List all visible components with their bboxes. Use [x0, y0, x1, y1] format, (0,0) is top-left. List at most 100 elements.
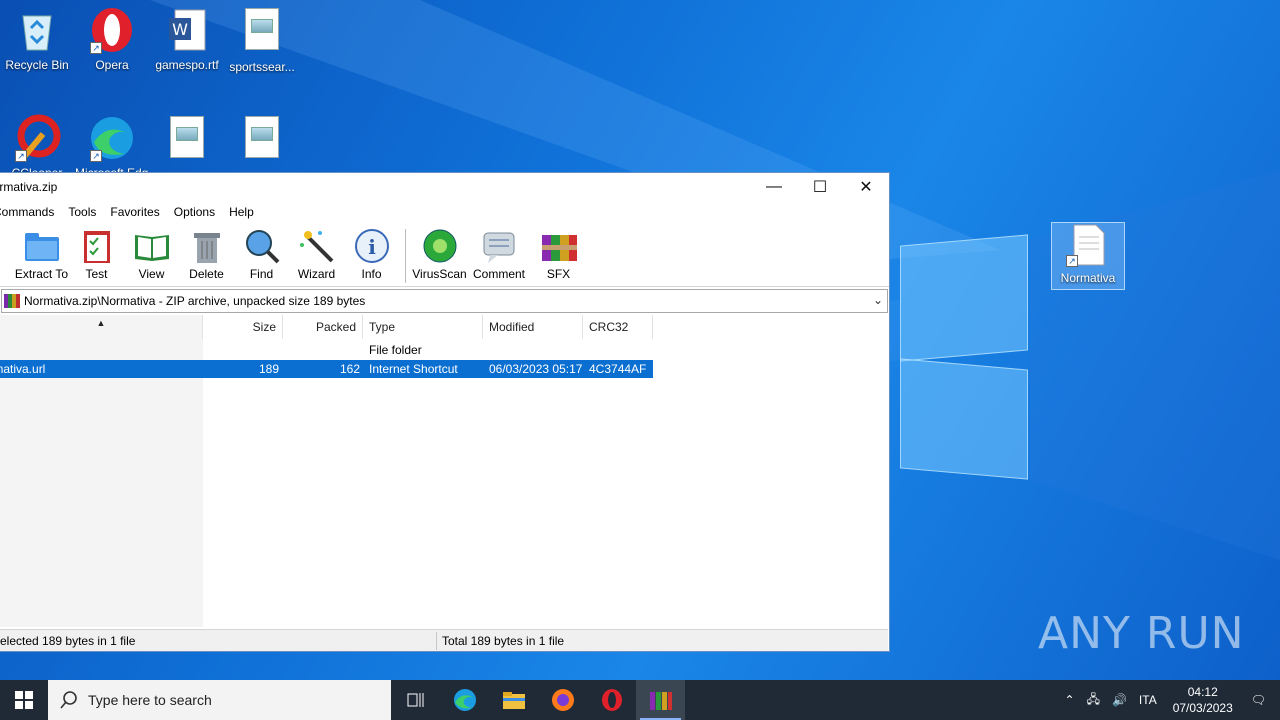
clock-date: 07/03/2023	[1172, 701, 1233, 715]
shortcut-arrow-icon: ↗	[90, 150, 102, 162]
info-button[interactable]: i Info	[344, 227, 399, 281]
test-button[interactable]: Test	[69, 227, 124, 281]
firefox-icon	[551, 689, 574, 711]
column-header-type[interactable]: Type	[363, 315, 483, 339]
row-crc: 4C3744AF	[589, 362, 647, 376]
status-divider	[436, 632, 437, 650]
desktop-icon-ccleaner[interactable]: ↗ CCleaner	[0, 114, 74, 180]
taskbar-search-box[interactable]: Type here to search	[48, 680, 391, 720]
opera-icon	[601, 689, 622, 711]
toolbar-separator	[405, 229, 406, 283]
taskbar-opera[interactable]	[587, 680, 636, 720]
file-list[interactable]: ▲ Size Packed Type Modified CRC32 File f…	[0, 315, 888, 627]
taskbar: Type here to search ⌃ 🖧 🔊 ITA 04:12 07/0…	[0, 680, 1280, 720]
magnifier-icon	[243, 227, 281, 265]
desktop-icon-file-3[interactable]	[150, 114, 224, 168]
virusscan-button[interactable]: VirusScan	[412, 227, 467, 281]
column-header-packed[interactable]: Packed	[283, 315, 363, 339]
table-row-selected[interactable]: Normativa.url 189 162 Internet Shortcut …	[0, 360, 653, 378]
row-modified: 06/03/2023 05:17	[489, 362, 583, 376]
language-indicator[interactable]: ITA	[1133, 693, 1163, 707]
table-row[interactable]: File folder	[0, 341, 653, 359]
maximize-button[interactable]: ☐	[797, 173, 843, 201]
taskbar-firefox[interactable]	[538, 680, 587, 720]
notification-icon[interactable]: 🗨	[1243, 693, 1280, 707]
sfx-archive-icon	[540, 227, 578, 265]
chevron-down-icon[interactable]: ⌄	[873, 293, 883, 307]
taskbar-file-explorer[interactable]	[489, 680, 538, 720]
column-header-size[interactable]: Size	[203, 315, 283, 339]
svg-text:W: W	[172, 20, 188, 39]
network-icon[interactable]: 🖧	[1081, 690, 1106, 711]
menu-tools[interactable]: Tools	[61, 205, 103, 219]
comment-button[interactable]: Comment	[467, 227, 531, 281]
address-path: Normativa.zip\Normativa - ZIP archive, u…	[24, 294, 366, 308]
url-file-icon: ↗	[1064, 223, 1112, 267]
minimize-button[interactable]: —	[751, 173, 797, 201]
folder-icon	[502, 692, 525, 709]
windows-logo-wallpaper	[900, 234, 1030, 480]
virus-scan-icon	[421, 227, 459, 265]
title-bar[interactable]: Normativa.zip — ☐ ✕	[0, 173, 889, 201]
desktop-icon-edge[interactable]: ↗ Microsoft Edge	[75, 114, 149, 180]
row-name: Normativa.url	[0, 362, 46, 376]
taskbar-edge[interactable]	[440, 680, 489, 720]
chevron-up-icon[interactable]: ⌃	[1059, 693, 1081, 707]
wand-icon	[298, 227, 336, 265]
row-packed: 162	[340, 362, 361, 376]
desktop-icon-normativa[interactable]: ↗ Normativa	[1051, 222, 1125, 290]
task-view-icon	[407, 693, 423, 707]
system-tray: ⌃ 🖧 🔊 ITA 04:12 07/03/2023 🗨	[1059, 680, 1280, 720]
sfx-button[interactable]: SFX	[531, 227, 586, 281]
status-selected: Selected 189 bytes in 1 file	[0, 634, 136, 648]
row-size: 189	[259, 362, 280, 376]
winrar-window[interactable]: Normativa.zip — ☐ ✕ Commands Tools Favor…	[0, 172, 890, 652]
status-total: Total 189 bytes in 1 file	[442, 634, 565, 648]
find-button[interactable]: Find	[234, 227, 289, 281]
desktop-icon-sportssear[interactable]: sportssear...	[225, 6, 299, 74]
svg-text:i: i	[368, 235, 376, 259]
edge-icon: ↗	[88, 114, 136, 162]
word-document-icon: W	[163, 6, 211, 54]
menu-commands[interactable]: Commands	[0, 205, 61, 219]
shortcut-arrow-icon: ↗	[1066, 255, 1078, 267]
edge-icon	[453, 689, 476, 711]
desktop-icon-gamespo[interactable]: W gamespo.rtf	[150, 6, 224, 72]
window-title: Normativa.zip	[0, 180, 58, 194]
view-button[interactable]: View	[124, 227, 179, 281]
shortcut-arrow-icon: ↗	[90, 42, 102, 54]
recycle-bin-icon	[13, 6, 61, 54]
volume-icon[interactable]: 🔊	[1106, 693, 1133, 707]
anyrun-watermark: ANY RUN	[1038, 608, 1245, 659]
menu-help[interactable]: Help	[222, 205, 261, 219]
shortcut-arrow-icon: ↗	[15, 150, 27, 162]
row-type: File folder	[369, 343, 422, 357]
book-view-icon	[133, 227, 171, 265]
clock[interactable]: 04:12 07/03/2023	[1163, 684, 1243, 716]
extract-to-button[interactable]: Extract To	[14, 227, 69, 281]
wizard-button[interactable]: Wizard	[289, 227, 344, 281]
column-header-crc32[interactable]: CRC32	[583, 315, 653, 339]
opera-icon: ↗	[88, 6, 136, 54]
start-button[interactable]	[0, 680, 48, 720]
task-view-button[interactable]	[391, 680, 440, 720]
address-bar[interactable]: Normativa.zip\Normativa - ZIP archive, u…	[1, 289, 888, 313]
column-header-name[interactable]: ▲	[0, 315, 203, 339]
desktop-icon-opera[interactable]: ↗ Opera	[75, 6, 149, 72]
desktop-icon-recycle-bin[interactable]: Recycle Bin	[0, 6, 74, 72]
menu-favorites[interactable]: Favorites	[103, 205, 166, 219]
sort-arrow-icon: ▲	[96, 318, 106, 328]
row-type: Internet Shortcut	[369, 362, 458, 376]
taskbar-winrar[interactable]	[636, 680, 685, 720]
ccleaner-icon: ↗	[13, 114, 61, 162]
desktop-icon-file-4[interactable]	[225, 114, 299, 168]
archive-icon	[4, 294, 20, 308]
delete-button[interactable]: Delete	[179, 227, 234, 281]
menu-options[interactable]: Options	[167, 205, 222, 219]
info-icon: i	[353, 227, 391, 265]
winrar-icon	[649, 692, 672, 710]
column-header-modified[interactable]: Modified	[483, 315, 583, 339]
search-placeholder: Type here to search	[88, 692, 212, 708]
close-button[interactable]: ✕	[843, 173, 889, 201]
trash-icon	[188, 227, 226, 265]
